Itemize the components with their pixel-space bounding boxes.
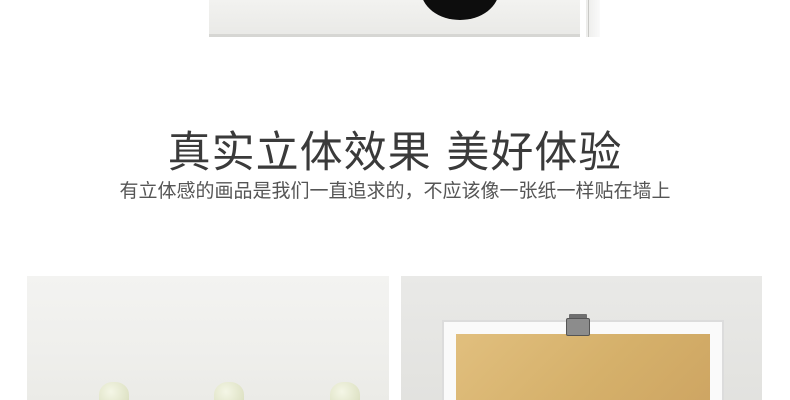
- headline: 真实立体效果 美好体验: [167, 127, 623, 178]
- relief-detail-photo: [27, 276, 389, 400]
- top-product-photo: [209, 0, 580, 37]
- dark-object: [421, 0, 499, 20]
- strip-edge: [588, 0, 589, 37]
- relief-figure: [330, 382, 360, 400]
- photo-sill: [209, 34, 580, 37]
- relief-figure: [99, 382, 129, 400]
- frame-backing-board: [456, 334, 710, 400]
- picture-frame: [442, 314, 724, 400]
- relief-figure: [214, 382, 244, 400]
- hanger-plate: [566, 318, 590, 336]
- side-photo-strip: [586, 0, 600, 37]
- subline: 有立体感的画品是我们一直追求的，不应该像一张纸一样贴在墙上: [119, 180, 671, 202]
- frame-back-photo: [401, 276, 762, 400]
